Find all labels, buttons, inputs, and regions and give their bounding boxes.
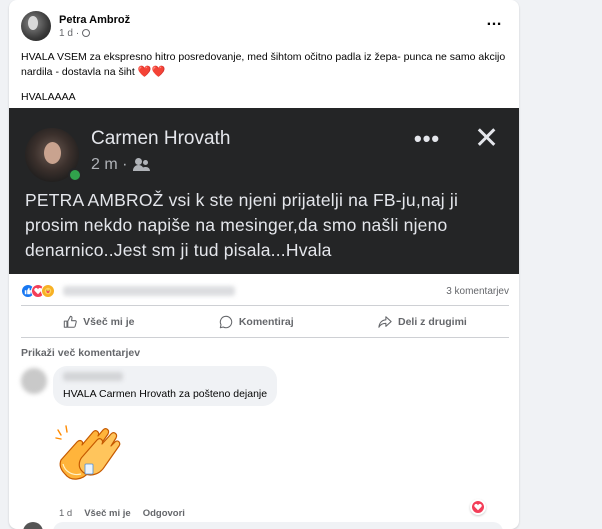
post-card: Petra Ambrož 1 d · … HVALA VSEM za ekspr…: [9, 0, 519, 529]
comment-bubble: HVALA Carmen Hrovath za pošteno dejanje: [53, 366, 278, 406]
divider: [21, 337, 509, 338]
post-time[interactable]: 1 d: [59, 28, 73, 39]
comment-actions: 1 d Všeč mi je Odgovori: [59, 508, 185, 519]
thumbs-up-icon: [63, 315, 77, 329]
comment-button-label: Komentiraj: [238, 316, 294, 328]
like-button[interactable]: Všeč mi je: [63, 315, 135, 329]
commenter-avatar[interactable]: [21, 368, 47, 394]
online-status-icon: [68, 168, 82, 182]
reactions-summary[interactable]: [21, 284, 235, 298]
more-options-icon[interactable]: …: [486, 13, 503, 29]
post-actions: Všeč mi je Komentiraj Deli z drugimi: [21, 310, 509, 334]
clapping-hands-sticker: [53, 420, 123, 488]
comment-love-reaction-icon[interactable]: [470, 499, 486, 515]
comment-count[interactable]: 3 komentarjev: [446, 286, 509, 297]
screenshot-time: 2 m ·: [91, 156, 128, 173]
care-reaction-icon: [41, 284, 55, 298]
like-button-label: Všeč mi je: [83, 316, 135, 328]
screenshot-more-icon: •••: [414, 126, 441, 151]
comment-bubble-icon: [219, 315, 233, 329]
next-commenter-avatar[interactable]: [23, 522, 43, 529]
friends-icon: [133, 158, 151, 172]
post-text: HVALA VSEM za ekspresno hitro posredovan…: [21, 50, 511, 115]
next-comment-bubble: [53, 522, 503, 529]
post-text-line2: HVALAAAA: [21, 91, 76, 103]
post-header: Petra Ambrož 1 d ·: [21, 10, 130, 42]
heart-emoji: ❤️❤️: [137, 66, 166, 78]
screenshot-text: PETRA AMBROŽ vsi k ste njeni prijatelji …: [25, 190, 459, 260]
commenter-name-blurred[interactable]: [63, 372, 123, 381]
reactors-names-blurred: [63, 286, 235, 296]
show-more-comments-link[interactable]: Prikaži več komentarjev: [21, 347, 140, 359]
comment-like-button[interactable]: Všeč mi je: [84, 508, 130, 519]
post-meta: 1 d ·: [59, 28, 130, 39]
comment-button[interactable]: Komentiraj: [219, 315, 294, 329]
reaction-stats: 3 komentarjev: [21, 280, 509, 302]
author-name[interactable]: Petra Ambrož: [59, 14, 130, 26]
screenshot-close-icon: ✕: [474, 122, 500, 155]
comment-reply-button[interactable]: Odgovori: [143, 508, 185, 519]
screenshot-time-row: 2 m ·: [91, 156, 151, 174]
divider: [21, 305, 509, 306]
shared-screenshot[interactable]: Carmen Hrovath 2 m · ••• ✕ PETRA AMBROŽ …: [9, 108, 519, 274]
author-avatar[interactable]: [21, 11, 51, 41]
share-button[interactable]: Deli z drugimi: [378, 315, 467, 329]
comment-text: HVALA Carmen Hrovath za pošteno dejanje: [63, 388, 268, 400]
post-text-line1: HVALA VSEM za ekspresno hitro posredovan…: [21, 51, 506, 78]
screenshot-name: Carmen Hrovath: [91, 128, 231, 149]
comment-time[interactable]: 1 d: [59, 508, 72, 519]
share-arrow-icon: [378, 315, 392, 329]
share-button-label: Deli z drugimi: [398, 316, 467, 328]
globe-icon: [82, 29, 91, 37]
